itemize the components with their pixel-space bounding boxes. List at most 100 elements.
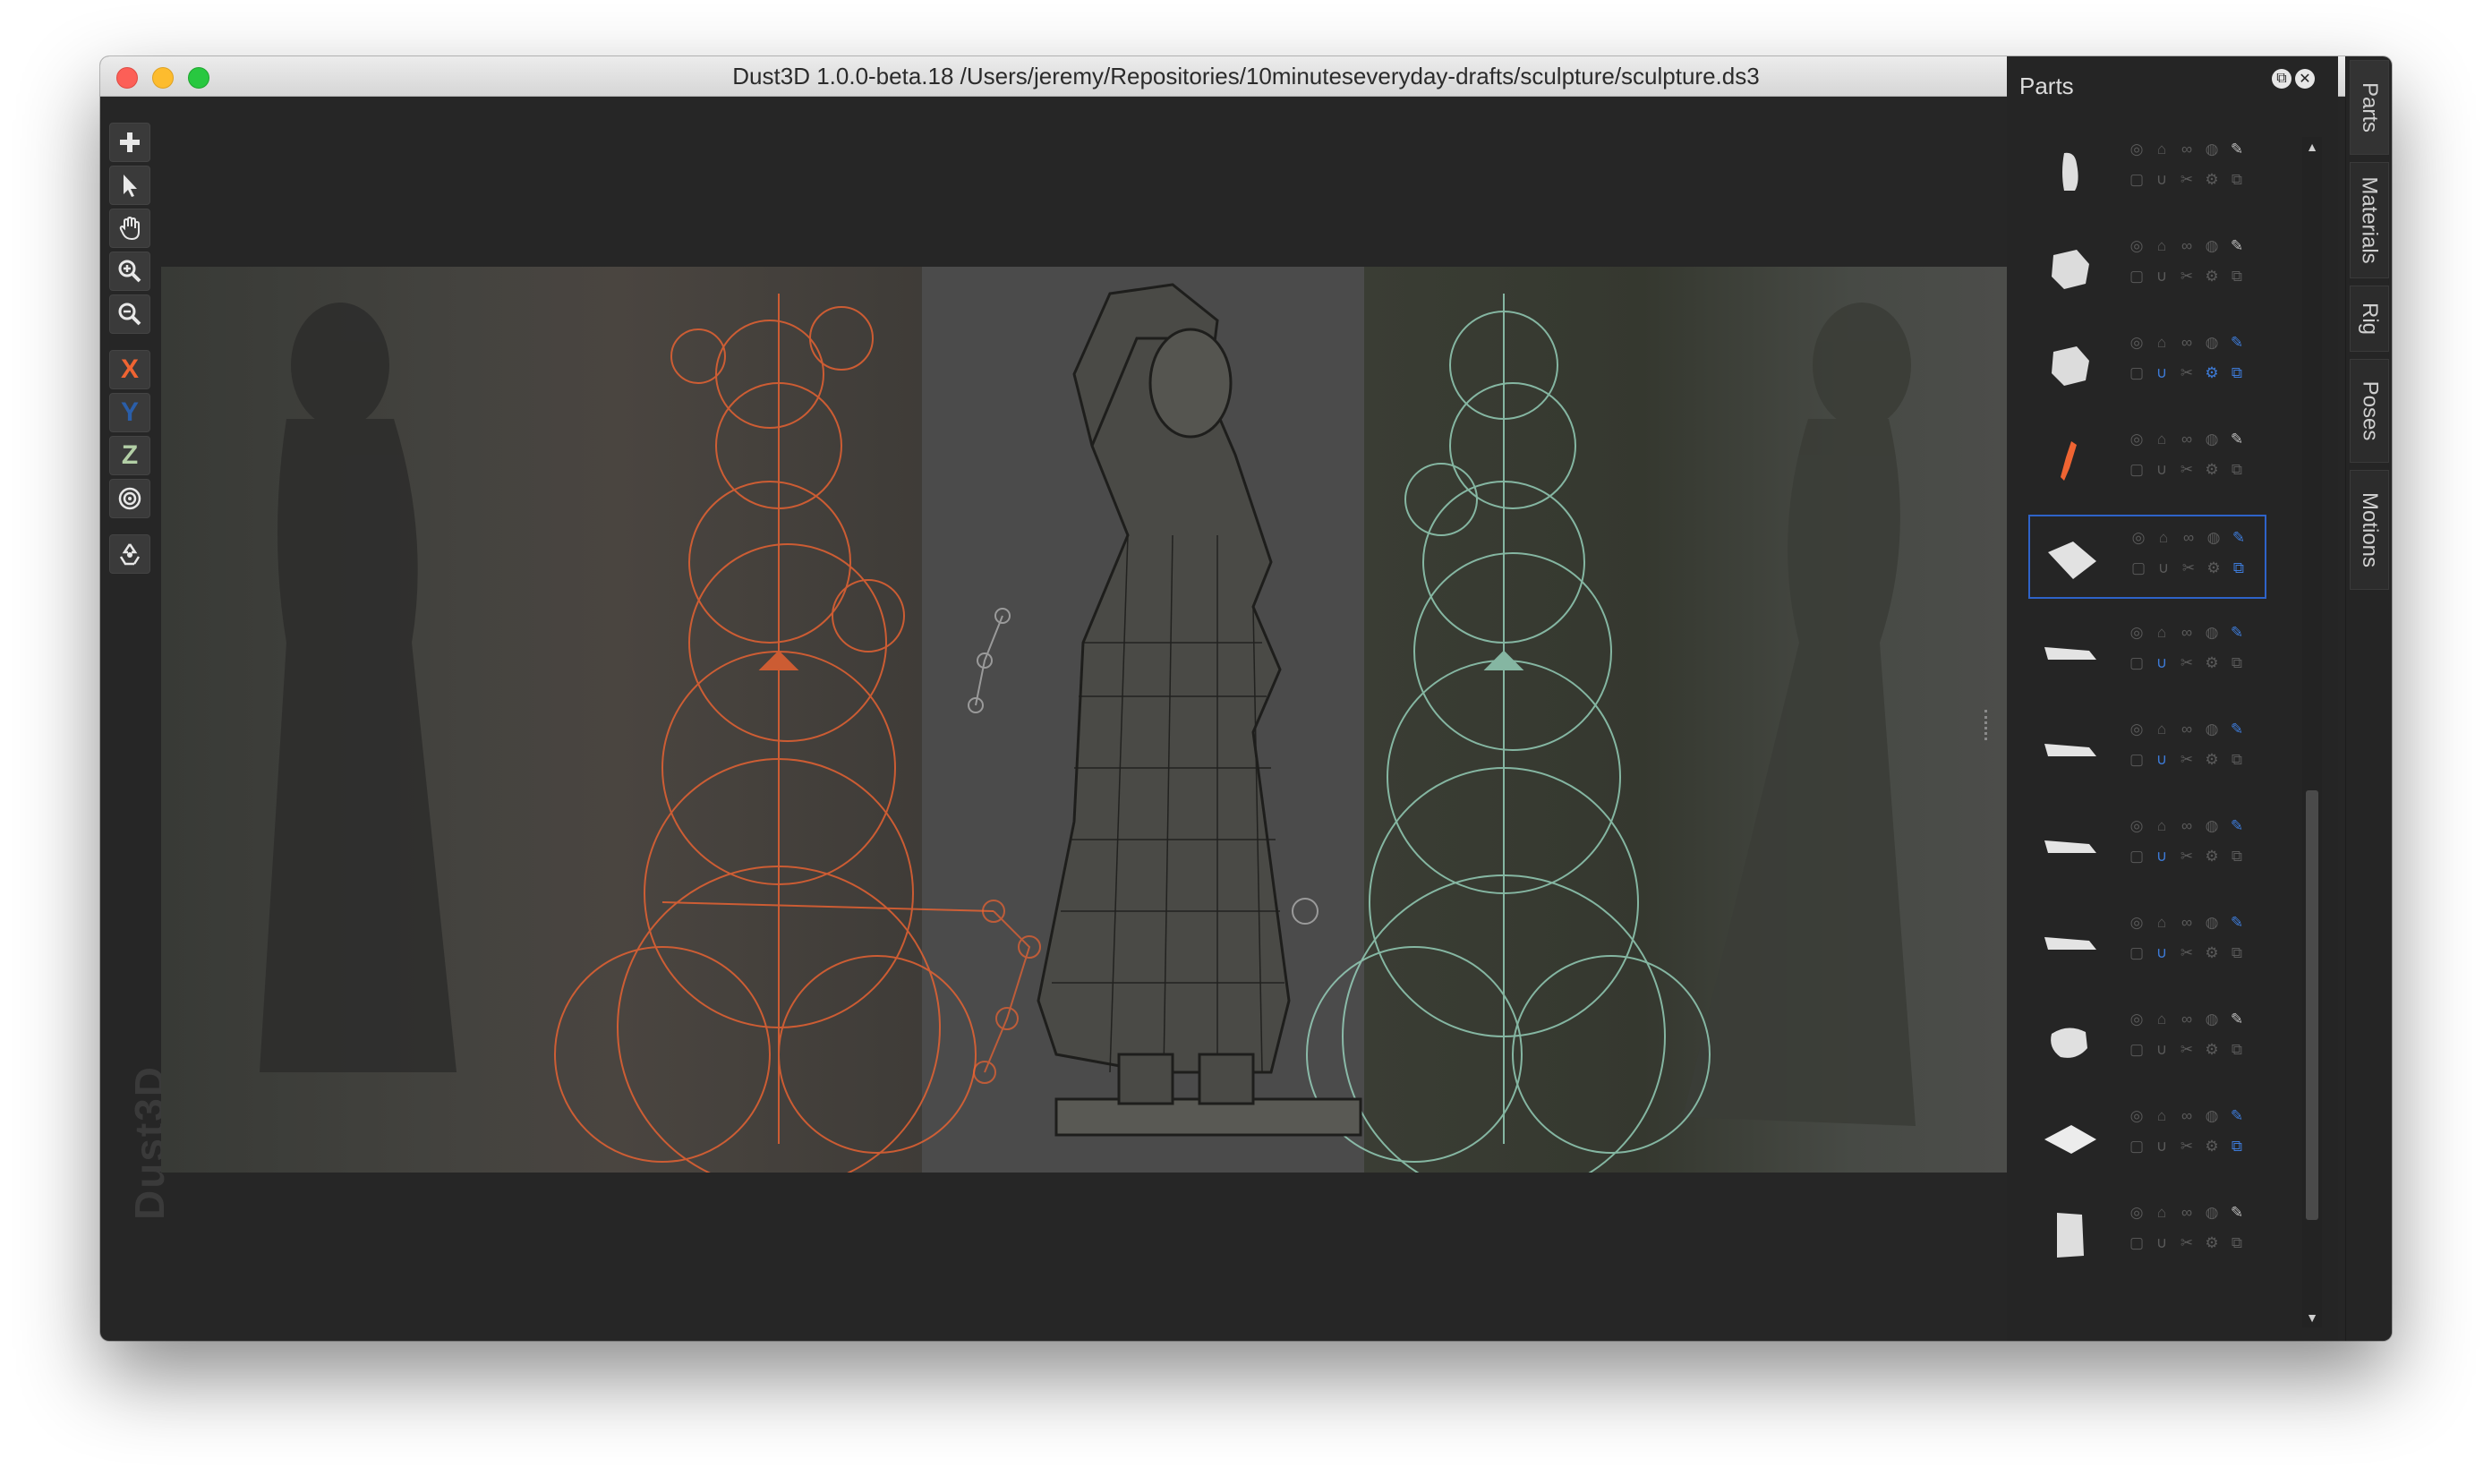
brush-icon[interactable]: ✎ (2227, 1204, 2247, 1222)
close-panel-button[interactable]: ✕ (2295, 69, 2315, 89)
scissors-icon[interactable]: ✂ (2177, 848, 2197, 866)
eye-icon[interactable]: ◎ (2127, 817, 2146, 835)
magnet-icon[interactable]: ∪ (2152, 751, 2172, 769)
scissors-icon[interactable]: ✂ (2177, 1234, 2197, 1252)
brush-icon[interactable]: ✎ (2227, 721, 2247, 738)
tab-motions[interactable]: Motions (2350, 470, 2389, 590)
mirror-icon[interactable]: ◍ (2202, 1011, 2222, 1028)
mirror-icon[interactable]: ◍ (2202, 624, 2222, 642)
lock-icon[interactable]: ⌂ (2152, 1204, 2172, 1222)
mirror-icon[interactable]: ◍ (2204, 529, 2223, 547)
gear-icon[interactable]: ⚙ (2202, 171, 2222, 189)
brush-icon[interactable]: ✎ (2227, 334, 2247, 352)
subdiv-icon[interactable]: ▢ (2127, 654, 2146, 672)
part-row[interactable]: ◎ ⌂ ∞ ◍ ✎ ▢ ∪ ✂ ⚙ ⧉ (2028, 805, 2266, 889)
gear-icon[interactable]: ⚙ (2202, 848, 2222, 866)
subdiv-icon[interactable]: ▢ (2127, 171, 2146, 189)
chain-icon[interactable]: ∞ (2177, 624, 2197, 642)
part-row[interactable]: ◎ ⌂ ∞ ◍ ✎ ▢ ∪ ✂ ⚙ ⧉ (2028, 1095, 2266, 1179)
gear-icon[interactable]: ⚙ (2202, 1041, 2222, 1059)
mirror-icon[interactable]: ◍ (2202, 1204, 2222, 1222)
y-axis-button[interactable]: Y (109, 393, 150, 432)
brush-icon[interactable]: ✎ (2227, 817, 2247, 835)
brush-icon[interactable]: ✎ (2227, 141, 2247, 158)
zoom-in-button[interactable] (109, 252, 150, 291)
gear-icon[interactable]: ⚙ (2202, 268, 2222, 286)
link-icon[interactable]: ⧉ (2227, 848, 2247, 866)
subdiv-icon[interactable]: ▢ (2127, 1234, 2146, 1252)
part-row[interactable]: ◎ ⌂ ∞ ◍ ✎ ▢ ∪ ✂ ⚙ ⧉ (2028, 128, 2266, 212)
subdiv-icon[interactable]: ▢ (2127, 268, 2146, 286)
eye-icon[interactable]: ◎ (2127, 624, 2146, 642)
chain-icon[interactable]: ∞ (2177, 431, 2197, 448)
subdiv-icon[interactable]: ▢ (2127, 751, 2146, 769)
magnet-icon[interactable]: ∪ (2152, 1041, 2172, 1059)
lock-icon[interactable]: ⌂ (2152, 817, 2172, 835)
magnet-icon[interactable]: ∪ (2152, 1138, 2172, 1156)
lock-icon[interactable]: ⌂ (2154, 529, 2173, 547)
chain-icon[interactable]: ∞ (2177, 817, 2197, 835)
chain-icon[interactable]: ∞ (2177, 1011, 2197, 1028)
link-icon[interactable]: ⧉ (2227, 1041, 2247, 1059)
chain-icon[interactable]: ∞ (2177, 1107, 2197, 1125)
lock-icon[interactable]: ⌂ (2152, 1011, 2172, 1028)
link-icon[interactable]: ⧉ (2227, 944, 2247, 962)
magnet-icon[interactable]: ∪ (2152, 848, 2172, 866)
mirror-icon[interactable]: ◍ (2202, 431, 2222, 448)
lock-icon[interactable]: ⌂ (2152, 624, 2172, 642)
eye-icon[interactable]: ◎ (2127, 334, 2146, 352)
eye-icon[interactable]: ◎ (2127, 431, 2146, 448)
gear-icon[interactable]: ⚙ (2204, 559, 2223, 577)
float-panel-button[interactable]: ⧉ (2272, 69, 2291, 89)
regenerate-button[interactable] (109, 534, 150, 574)
magnet-icon[interactable]: ∪ (2154, 559, 2173, 577)
part-row[interactable]: ◎ ⌂ ∞ ◍ ✎ ▢ ∪ ✂ ⚙ ⧉ (2028, 515, 2266, 599)
scissors-icon[interactable]: ✂ (2177, 944, 2197, 962)
link-icon[interactable]: ⧉ (2229, 559, 2249, 577)
gear-icon[interactable]: ⚙ (2202, 364, 2222, 382)
gear-icon[interactable]: ⚙ (2202, 944, 2222, 962)
chain-icon[interactable]: ∞ (2177, 721, 2197, 738)
mirror-icon[interactable]: ◍ (2202, 334, 2222, 352)
scissors-icon[interactable]: ✂ (2177, 268, 2197, 286)
part-row[interactable]: ◎ ⌂ ∞ ◍ ✎ ▢ ∪ ✂ ⚙ ⧉ (2028, 321, 2266, 405)
part-row[interactable]: ◎ ⌂ ∞ ◍ ✎ ▢ ∪ ✂ ⚙ ⧉ (2028, 708, 2266, 792)
gear-icon[interactable]: ⚙ (2202, 461, 2222, 479)
z-axis-button[interactable]: Z (109, 436, 150, 475)
tab-rig[interactable]: Rig (2350, 286, 2389, 352)
part-row[interactable]: ◎ ⌂ ∞ ◍ ✎ ▢ ∪ ✂ ⚙ ⧉ (2028, 998, 2266, 1082)
link-icon[interactable]: ⧉ (2227, 751, 2247, 769)
chain-icon[interactable]: ∞ (2177, 334, 2197, 352)
tab-parts[interactable]: Parts (2350, 60, 2389, 155)
model-canvas[interactable] (161, 267, 2061, 1173)
mirror-icon[interactable]: ◍ (2202, 1107, 2222, 1125)
gear-icon[interactable]: ⚙ (2202, 1138, 2222, 1156)
brush-icon[interactable]: ✎ (2229, 529, 2249, 547)
tab-materials[interactable]: Materials (2350, 162, 2389, 278)
link-icon[interactable]: ⧉ (2227, 1138, 2247, 1156)
subdiv-icon[interactable]: ▢ (2127, 461, 2146, 479)
brush-icon[interactable]: ✎ (2227, 1107, 2247, 1125)
magnet-icon[interactable]: ∪ (2152, 268, 2172, 286)
eye-icon[interactable]: ◎ (2127, 1011, 2146, 1028)
gear-icon[interactable]: ⚙ (2202, 1234, 2222, 1252)
scissors-icon[interactable]: ✂ (2179, 559, 2198, 577)
subdiv-icon[interactable]: ▢ (2129, 559, 2148, 577)
eye-icon[interactable]: ◎ (2127, 1204, 2146, 1222)
lock-icon[interactable]: ⌂ (2152, 914, 2172, 932)
part-row[interactable]: ◎ ⌂ ∞ ◍ ✎ ▢ ∪ ✂ ⚙ ⧉ (2028, 901, 2266, 985)
subdiv-icon[interactable]: ▢ (2127, 1138, 2146, 1156)
gear-icon[interactable]: ⚙ (2202, 654, 2222, 672)
radius-lock-button[interactable] (109, 479, 150, 518)
mirror-icon[interactable]: ◍ (2202, 721, 2222, 738)
part-row[interactable]: ◎ ⌂ ∞ ◍ ✎ ▢ ∪ ✂ ⚙ ⧉ (2028, 418, 2266, 502)
magnet-icon[interactable]: ∪ (2152, 1234, 2172, 1252)
pan-tool-button[interactable] (109, 209, 150, 248)
chain-icon[interactable]: ∞ (2177, 1204, 2197, 1222)
part-row[interactable]: ◎ ⌂ ∞ ◍ ✎ ▢ ∪ ✂ ⚙ ⧉ (2028, 1191, 2266, 1275)
link-icon[interactable]: ⧉ (2227, 171, 2247, 189)
tab-poses[interactable]: Poses (2350, 359, 2389, 463)
link-icon[interactable]: ⧉ (2227, 1234, 2247, 1252)
subdiv-icon[interactable]: ▢ (2127, 364, 2146, 382)
panel-splitter-handle[interactable] (1984, 710, 1991, 740)
